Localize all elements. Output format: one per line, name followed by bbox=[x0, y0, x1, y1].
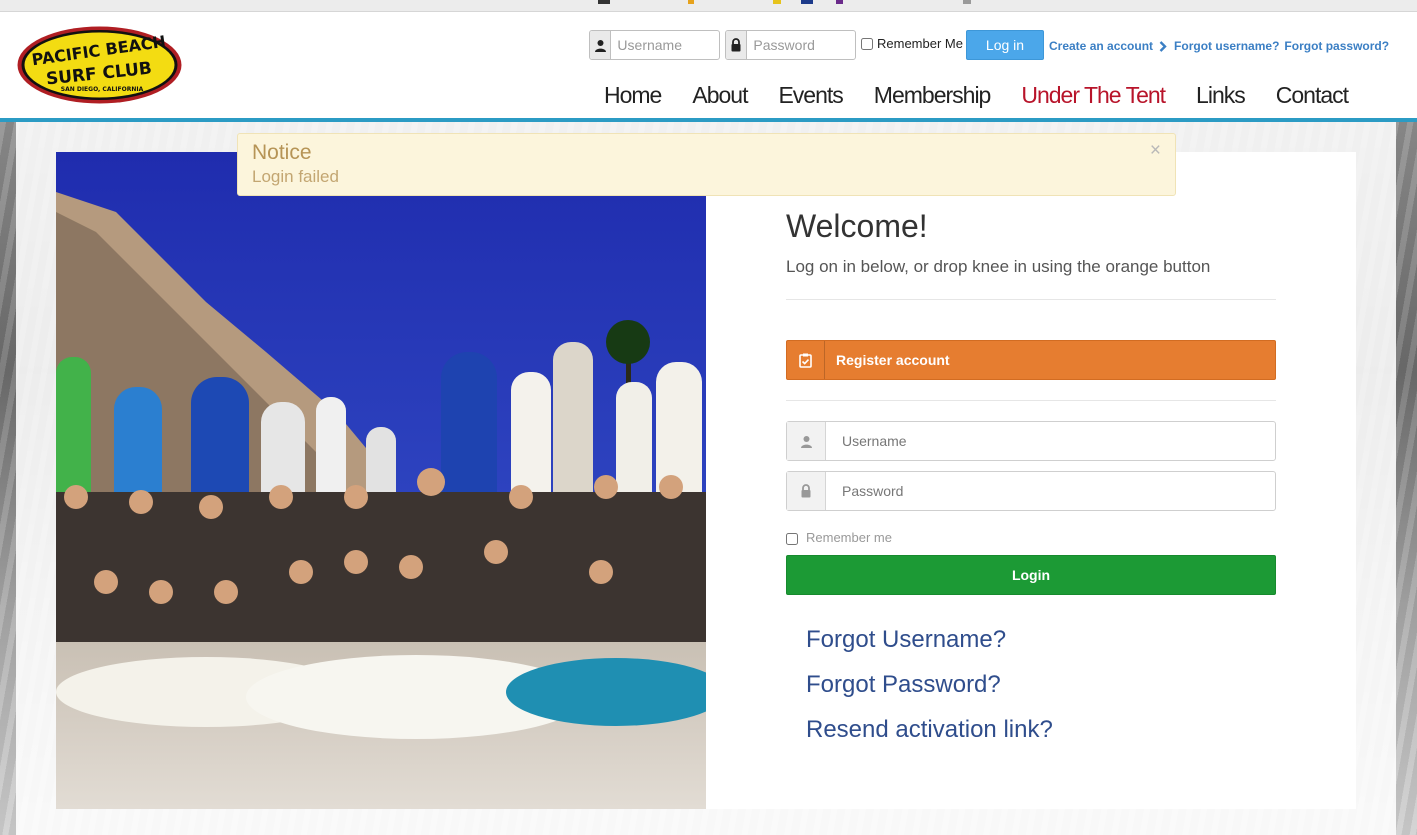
pacific-beach-surf-club-logo[interactable]: PACIFIC BEACH SURF CLUB SAN DIEGO, CALIF… bbox=[16, 25, 183, 105]
top-password-field bbox=[725, 30, 856, 60]
username-input[interactable] bbox=[826, 422, 1275, 460]
top-login-button[interactable]: Log in bbox=[966, 30, 1044, 60]
strip-mark bbox=[773, 0, 781, 4]
resend-activation-link[interactable]: Resend activation link? bbox=[806, 716, 1053, 744]
nav-contact[interactable]: Contact bbox=[1276, 82, 1349, 109]
user-icon bbox=[787, 422, 826, 460]
nav-home[interactable]: Home bbox=[604, 82, 662, 109]
password-input[interactable] bbox=[826, 472, 1275, 510]
remember-me-label: Remember me bbox=[806, 530, 892, 545]
top-remember-me[interactable]: Remember Me bbox=[861, 36, 963, 51]
nav-about[interactable]: About bbox=[692, 82, 748, 109]
divider bbox=[786, 400, 1276, 401]
notice-alert: Notice Login failed × bbox=[237, 133, 1176, 196]
top-remember-label: Remember Me bbox=[877, 36, 963, 51]
top-remember-checkbox[interactable] bbox=[861, 37, 873, 50]
clipboard-check-icon bbox=[787, 341, 825, 379]
create-account-link[interactable]: Create an account bbox=[1049, 39, 1153, 53]
nav-under-the-tent[interactable]: Under The Tent bbox=[1021, 82, 1166, 109]
forgot-username-link[interactable]: Forgot username? bbox=[1174, 39, 1279, 53]
top-username-field bbox=[589, 30, 720, 60]
group-surfboards-photo bbox=[56, 152, 706, 809]
user-icon bbox=[590, 31, 612, 59]
divider bbox=[786, 299, 1276, 300]
account-links: Create an account Forgot username? Forgo… bbox=[1049, 39, 1389, 53]
strip-mark bbox=[688, 0, 694, 4]
main-nav: Home About Events Membership Under The T… bbox=[604, 82, 1349, 109]
welcome-title: Welcome! bbox=[786, 208, 928, 244]
register-account-button[interactable]: Register account bbox=[786, 340, 1276, 380]
notice-title: Notice bbox=[252, 141, 312, 164]
lock-icon bbox=[726, 31, 748, 59]
forgot-password-link[interactable]: Forgot Password? bbox=[806, 671, 1001, 699]
username-field bbox=[786, 421, 1276, 461]
strip-mark bbox=[801, 0, 813, 4]
lock-icon bbox=[787, 472, 826, 510]
logo-line-3: SAN DIEGO, CALIFORNIA bbox=[61, 86, 144, 93]
strip-mark bbox=[963, 0, 971, 4]
nav-events[interactable]: Events bbox=[778, 82, 843, 109]
top-username-input[interactable] bbox=[611, 31, 719, 59]
strip-mark bbox=[836, 0, 843, 4]
welcome-subtitle: Log on in below, or drop knee in using t… bbox=[786, 257, 1211, 276]
forgot-username-link[interactable]: Forgot Username? bbox=[806, 626, 1006, 654]
remember-me[interactable]: Remember me bbox=[786, 530, 892, 545]
remember-me-checkbox[interactable] bbox=[786, 533, 798, 545]
notice-message: Login failed bbox=[252, 167, 339, 186]
nav-links[interactable]: Links bbox=[1196, 82, 1246, 109]
close-icon[interactable]: × bbox=[1150, 140, 1161, 162]
top-password-input[interactable] bbox=[747, 31, 855, 59]
strip-mark bbox=[598, 0, 610, 4]
browser-top-strip bbox=[0, 0, 1417, 12]
nav-membership[interactable]: Membership bbox=[874, 82, 992, 109]
chevron-right-icon bbox=[1159, 40, 1167, 52]
register-account-label: Register account bbox=[836, 352, 950, 368]
password-field bbox=[786, 471, 1276, 511]
forgot-password-link[interactable]: Forgot password? bbox=[1284, 39, 1389, 53]
login-button[interactable]: Login bbox=[786, 555, 1276, 595]
